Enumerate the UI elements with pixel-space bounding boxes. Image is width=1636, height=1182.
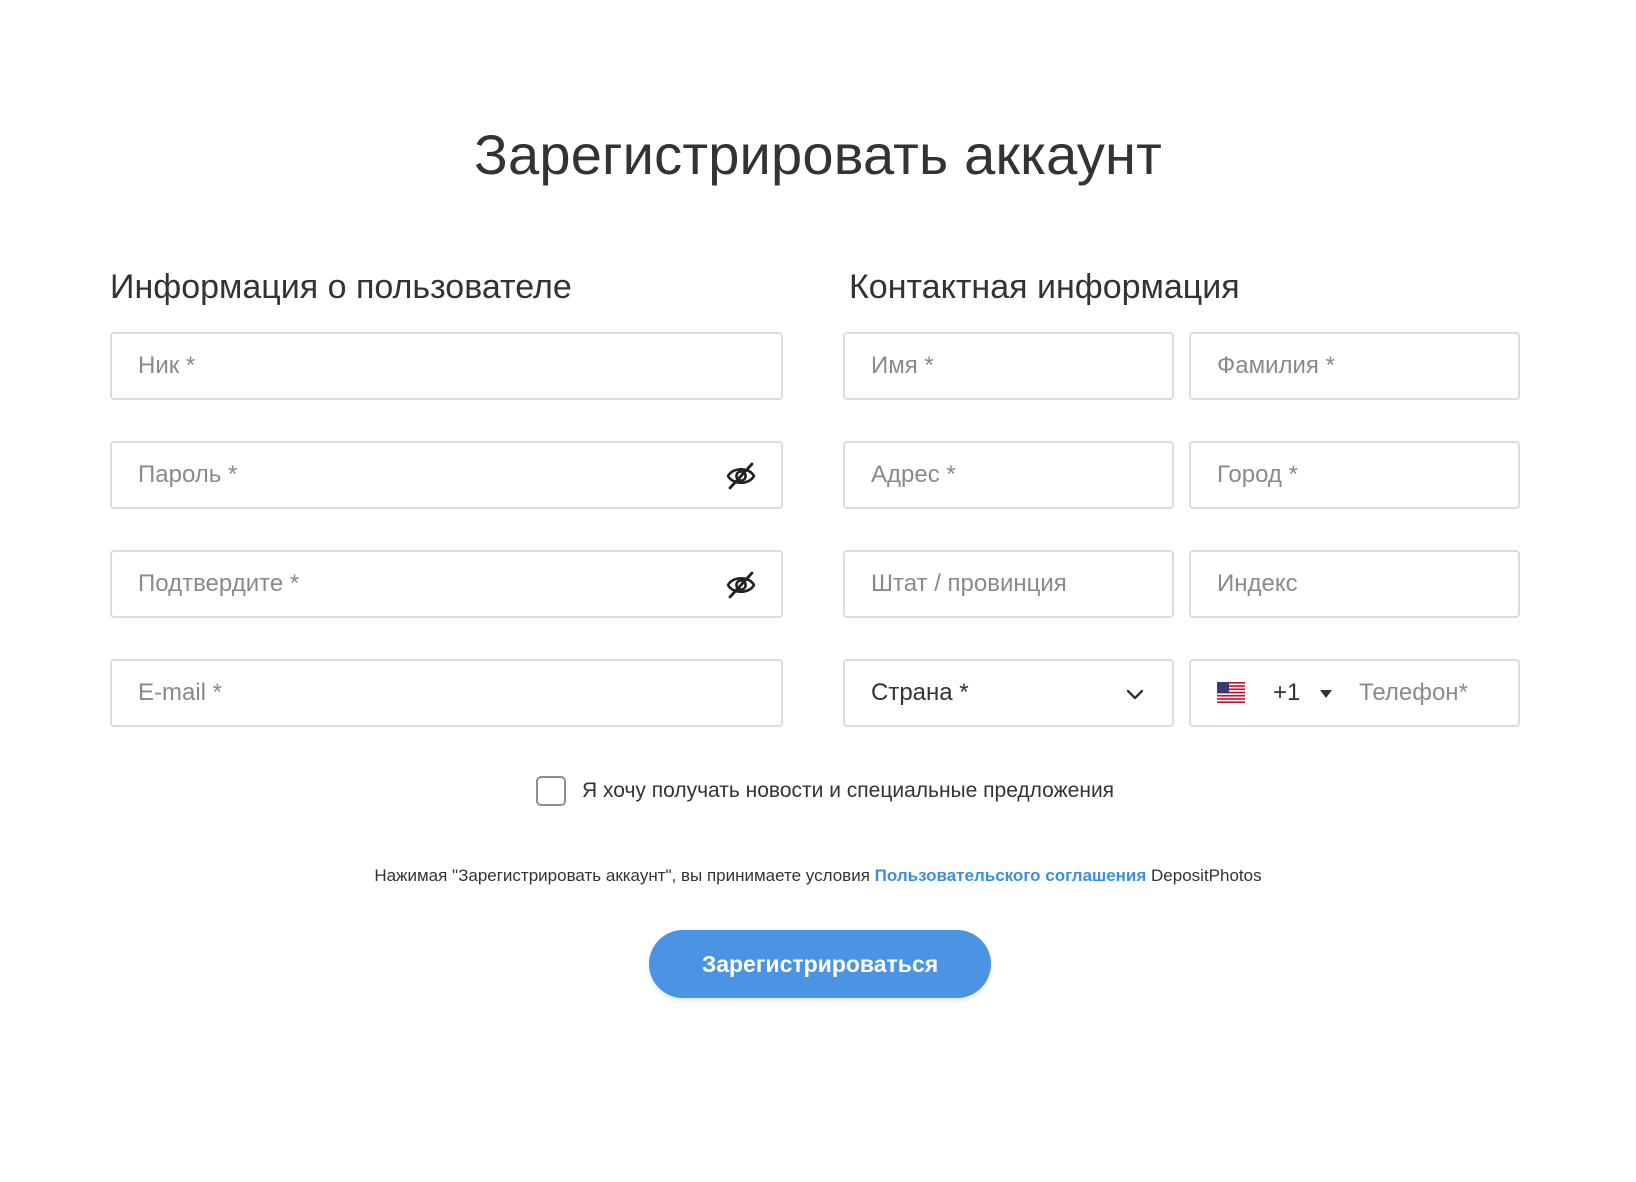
first-name-input[interactable] bbox=[845, 334, 1172, 398]
phone-field: +1 bbox=[1189, 659, 1520, 727]
address-input[interactable] bbox=[845, 443, 1172, 507]
contact-info-heading: Контактная информация bbox=[849, 268, 1240, 306]
caret-down-icon[interactable] bbox=[1319, 689, 1333, 699]
last-name-field bbox=[1189, 332, 1520, 400]
confirm-password-input[interactable] bbox=[112, 552, 781, 616]
us-flag-icon[interactable] bbox=[1217, 682, 1245, 703]
country-select-value: Страна * bbox=[871, 679, 969, 706]
eye-off-icon[interactable] bbox=[725, 460, 757, 492]
confirm-password-field bbox=[110, 550, 783, 618]
newsletter-row: Я хочу получать новости и специальные пр… bbox=[536, 774, 1114, 808]
zip-input[interactable] bbox=[1191, 552, 1518, 616]
state-field bbox=[843, 550, 1174, 618]
terms-prefix: Нажимая "Зарегистрировать аккаунт", вы п… bbox=[374, 866, 875, 885]
eye-off-icon[interactable] bbox=[725, 569, 757, 601]
last-name-input[interactable] bbox=[1191, 334, 1518, 398]
register-button[interactable]: Зарегистрироваться bbox=[649, 930, 991, 998]
user-agreement-link[interactable]: Пользовательского соглашения bbox=[875, 866, 1147, 885]
state-input[interactable] bbox=[845, 552, 1172, 616]
first-name-field bbox=[843, 332, 1174, 400]
terms-text: Нажимая "Зарегистрировать аккаунт", вы п… bbox=[0, 866, 1636, 886]
zip-field bbox=[1189, 550, 1520, 618]
phone-input[interactable] bbox=[1359, 661, 1518, 725]
password-field bbox=[110, 441, 783, 509]
newsletter-checkbox[interactable] bbox=[536, 776, 566, 806]
address-field bbox=[843, 441, 1174, 509]
nick-input[interactable] bbox=[112, 334, 781, 398]
chevron-down-icon bbox=[1126, 689, 1144, 700]
email-input[interactable] bbox=[112, 661, 781, 725]
phone-country-code[interactable]: +1 bbox=[1273, 661, 1300, 725]
terms-suffix: DepositPhotos bbox=[1146, 866, 1262, 885]
city-field bbox=[1189, 441, 1520, 509]
country-select[interactable]: Страна * bbox=[843, 659, 1174, 727]
password-input[interactable] bbox=[112, 443, 781, 507]
user-info-heading: Информация о пользователе bbox=[110, 268, 572, 306]
page-title: Зарегистрировать аккаунт bbox=[473, 123, 1162, 186]
city-input[interactable] bbox=[1191, 443, 1518, 507]
newsletter-label[interactable]: Я хочу получать новости и специальные пр… bbox=[582, 779, 1114, 803]
nick-field bbox=[110, 332, 783, 400]
email-field bbox=[110, 659, 783, 727]
